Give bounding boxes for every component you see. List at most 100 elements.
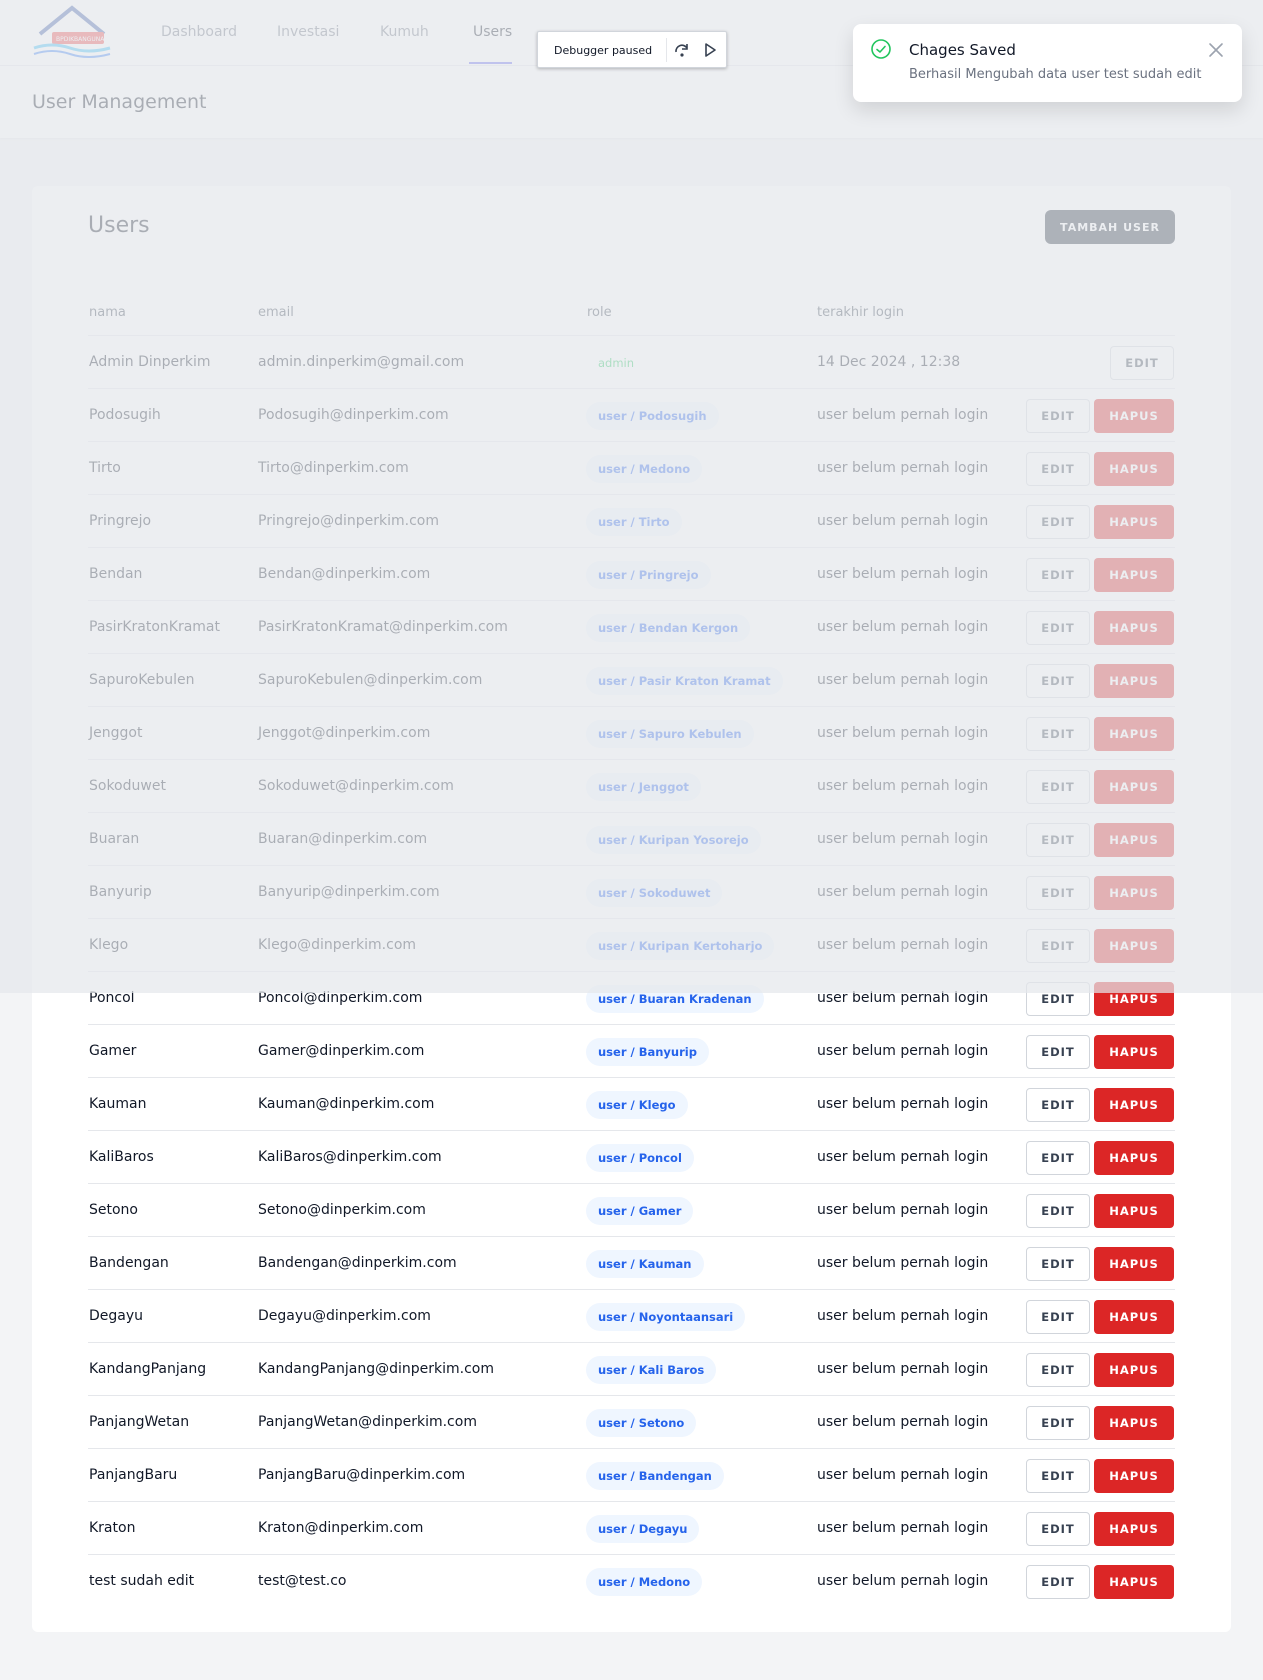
- edit-button[interactable]: EDIT: [1026, 1565, 1090, 1599]
- role-cell: user / Sapuro Kebulen: [586, 720, 754, 748]
- edit-button[interactable]: EDIT: [1110, 346, 1174, 380]
- delete-button[interactable]: HAPUS: [1094, 1565, 1174, 1599]
- delete-button[interactable]: HAPUS: [1094, 876, 1174, 910]
- delete-button[interactable]: HAPUS: [1094, 452, 1174, 486]
- edit-button[interactable]: EDIT: [1026, 876, 1090, 910]
- edit-button[interactable]: EDIT: [1026, 929, 1090, 963]
- delete-button[interactable]: HAPUS: [1094, 1406, 1174, 1440]
- last-login: user belum pernah login: [817, 1520, 989, 1536]
- table-row: Kraton Kraton@dinperkim.com user / Degayu u…: [88, 1502, 1175, 1555]
- delete-button[interactable]: HAPUS: [1094, 611, 1174, 645]
- delete-button[interactable]: HAPUS: [1094, 1141, 1174, 1175]
- edit-button[interactable]: EDIT: [1026, 1459, 1090, 1493]
- edit-button[interactable]: EDIT: [1026, 1406, 1090, 1440]
- user-name: Jenggot: [89, 725, 143, 741]
- edit-button[interactable]: EDIT: [1026, 558, 1090, 592]
- edit-button[interactable]: EDIT: [1026, 1194, 1090, 1228]
- role-badge: user / Klego: [586, 1091, 688, 1119]
- header-nama: nama: [89, 305, 126, 320]
- edit-button[interactable]: EDIT: [1026, 664, 1090, 698]
- delete-button[interactable]: HAPUS: [1094, 929, 1174, 963]
- last-login: user belum pernah login: [817, 937, 989, 953]
- table-row: Jenggot Jenggot@dinperkim.com user / Sapur…: [88, 707, 1175, 760]
- edit-button[interactable]: EDIT: [1026, 982, 1090, 1016]
- nav-users[interactable]: Users: [473, 24, 512, 40]
- user-email: Podosugih@dinperkim.com: [258, 407, 449, 423]
- edit-button[interactable]: EDIT: [1026, 452, 1090, 486]
- delete-button[interactable]: HAPUS: [1094, 982, 1174, 1016]
- user-email: KaliBaros@dinperkim.com: [258, 1149, 442, 1165]
- last-login: user belum pernah login: [817, 1308, 989, 1324]
- delete-button[interactable]: HAPUS: [1094, 1512, 1174, 1546]
- last-login: user belum pernah login: [817, 619, 989, 635]
- user-email: Bendan@dinperkim.com: [258, 566, 431, 582]
- role-cell: user / Pringrejo: [586, 561, 711, 589]
- nav-active-indicator: [469, 62, 512, 64]
- edit-button[interactable]: EDIT: [1026, 1247, 1090, 1281]
- user-name: Tirto: [89, 460, 121, 476]
- role-badge: user / Medono: [586, 1568, 703, 1596]
- delete-button[interactable]: HAPUS: [1094, 1088, 1174, 1122]
- user-email: Tirto@dinperkim.com: [258, 460, 409, 476]
- edit-button[interactable]: EDIT: [1026, 1512, 1090, 1546]
- edit-button[interactable]: EDIT: [1026, 770, 1090, 804]
- close-icon[interactable]: [1207, 41, 1225, 59]
- nav-kumuh[interactable]: Kumuh: [380, 24, 429, 40]
- edit-button[interactable]: EDIT: [1026, 505, 1090, 539]
- delete-button[interactable]: HAPUS: [1094, 823, 1174, 857]
- user-name: Poncol: [89, 990, 135, 1006]
- user-name: SapuroKebulen: [89, 672, 195, 688]
- delete-button[interactable]: HAPUS: [1094, 1247, 1174, 1281]
- delete-button[interactable]: HAPUS: [1094, 770, 1174, 804]
- edit-button[interactable]: EDIT: [1026, 1088, 1090, 1122]
- edit-button[interactable]: EDIT: [1026, 1035, 1090, 1069]
- edit-button[interactable]: EDIT: [1026, 1353, 1090, 1387]
- table-row: SapuroKebulen SapuroKebulen@dinperkim.com…: [88, 654, 1175, 707]
- delete-button[interactable]: HAPUS: [1094, 717, 1174, 751]
- role-cell: user / Medono: [586, 1568, 703, 1596]
- app-logo[interactable]: BPDIKBANGUNAN: [32, 4, 118, 60]
- user-email: Klego@dinperkim.com: [258, 937, 417, 953]
- nav-dashboard[interactable]: Dashboard: [161, 24, 237, 40]
- user-name: Degayu: [89, 1308, 144, 1324]
- delete-button[interactable]: HAPUS: [1094, 1035, 1174, 1069]
- user-name: Gamer: [89, 1043, 137, 1059]
- user-email: Banyurip@dinperkim.com: [258, 884, 440, 900]
- table-row: Sokoduwet Sokoduwet@dinperkim.com user / J…: [88, 760, 1175, 813]
- edit-button[interactable]: EDIT: [1026, 399, 1090, 433]
- edit-button[interactable]: EDIT: [1026, 717, 1090, 751]
- role-cell: user / Pasir Kraton Kramat: [586, 667, 783, 695]
- role-badge: user / Bendan Kergon: [586, 614, 751, 642]
- add-user-button[interactable]: TAMBAH USER: [1045, 210, 1175, 244]
- last-login: user belum pernah login: [817, 460, 989, 476]
- header-login: terakhir login: [817, 305, 904, 320]
- table-row: Bendan Bendan@dinperkim.com user / Pringre…: [88, 548, 1175, 601]
- user-email: Bandengan@dinperkim.com: [258, 1255, 457, 1271]
- edit-button[interactable]: EDIT: [1026, 823, 1090, 857]
- delete-button[interactable]: HAPUS: [1094, 399, 1174, 433]
- delete-button[interactable]: HAPUS: [1094, 1459, 1174, 1493]
- last-login: user belum pernah login: [817, 778, 989, 794]
- delete-button[interactable]: HAPUS: [1094, 1300, 1174, 1334]
- step-over-icon[interactable]: [672, 40, 692, 60]
- delete-button[interactable]: HAPUS: [1094, 558, 1174, 592]
- user-name: Sokoduwet: [89, 778, 166, 794]
- resume-icon[interactable]: [700, 40, 720, 60]
- delete-button[interactable]: HAPUS: [1094, 1194, 1174, 1228]
- delete-button[interactable]: HAPUS: [1094, 505, 1174, 539]
- user-email: PasirKratonKramat@dinperkim.com: [258, 619, 508, 635]
- edit-button[interactable]: EDIT: [1026, 1300, 1090, 1334]
- delete-button[interactable]: HAPUS: [1094, 664, 1174, 698]
- toast-message: Berhasil Mengubah data user test sudah e…: [909, 67, 1202, 82]
- nav-investasi[interactable]: Investasi: [277, 24, 339, 40]
- table-row: Kauman Kauman@dinperkim.com user / Klego us…: [88, 1078, 1175, 1131]
- role-cell: user / Banyurip: [586, 1038, 709, 1066]
- edit-button[interactable]: EDIT: [1026, 611, 1090, 645]
- header-role: role: [587, 305, 612, 320]
- user-email: PanjangBaru@dinperkim.com: [258, 1467, 466, 1483]
- role-badge: user / Kuripan Yosorejo: [586, 826, 761, 854]
- last-login: user belum pernah login: [817, 1361, 989, 1377]
- edit-button[interactable]: EDIT: [1026, 1141, 1090, 1175]
- role-badge: user / Pringrejo: [586, 561, 711, 589]
- delete-button[interactable]: HAPUS: [1094, 1353, 1174, 1387]
